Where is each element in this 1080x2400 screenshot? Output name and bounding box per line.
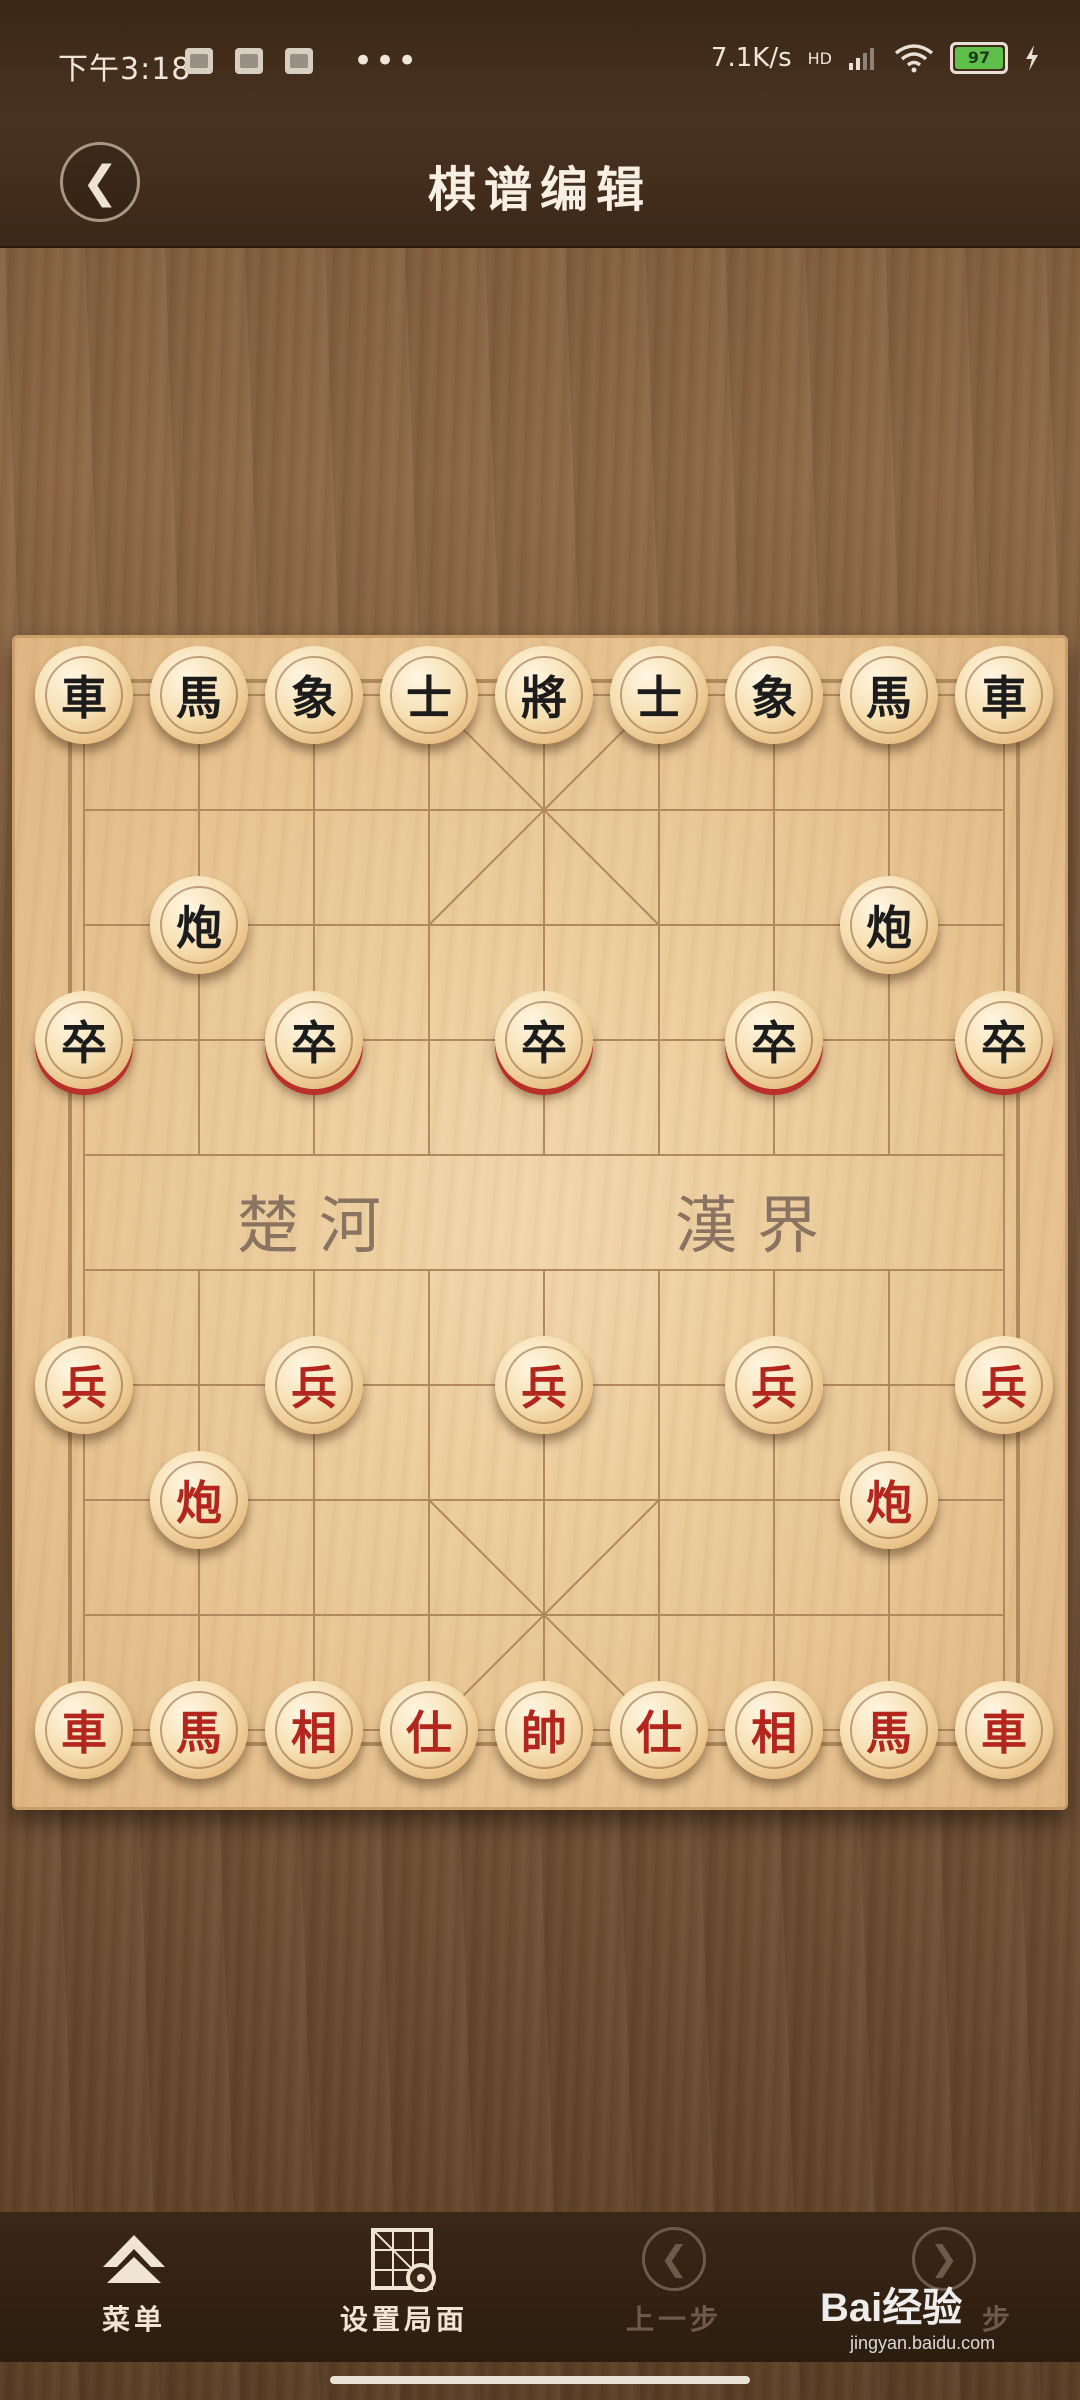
piece-label: 車 <box>61 671 107 725</box>
page-title: 棋谱编辑 <box>427 162 652 218</box>
piece-label: 車 <box>61 1706 107 1760</box>
setup-position-label: 设置局面 <box>339 2303 468 2336</box>
piece-label: 馬 <box>176 671 222 725</box>
charging-bolt-icon <box>1026 45 1038 71</box>
previous-step-button[interactable]: ❮ 上一步 <box>574 2220 774 2360</box>
piece-label: 兵 <box>981 1361 1027 1415</box>
battery-icon: 97 <box>950 42 1008 74</box>
watermark-url: jingyan.baidu.com <box>850 2333 996 2353</box>
wifi-icon <box>894 44 934 73</box>
signal-icon <box>849 48 874 70</box>
piece-label: 相 <box>291 1706 337 1760</box>
piece-label: 炮 <box>866 901 912 955</box>
piece-b-advisor-l[interactable]: 士 <box>380 646 478 744</box>
piece-b-chariot-r[interactable]: 車 <box>955 646 1053 744</box>
piece-r-horse-r[interactable]: 馬 <box>840 1681 938 1779</box>
watermark-text: Bai经验 <box>820 2286 963 2330</box>
setup-position-button[interactable]: 设置局面 <box>304 2220 504 2360</box>
piece-r-soldier-4[interactable]: 兵 <box>725 1336 823 1434</box>
piece-b-cannon-l[interactable]: 炮 <box>150 876 248 974</box>
piece-label: 象 <box>291 671 337 725</box>
piece-label: 車 <box>981 1706 1027 1760</box>
piece-b-soldier-3[interactable]: 卒 <box>495 991 593 1089</box>
piece-label: 士 <box>636 671 682 725</box>
menu-label: 菜单 <box>101 2303 166 2336</box>
piece-b-chariot-l[interactable]: 車 <box>35 646 133 744</box>
baidu-jingyan-watermark: Bai经验 jingyan.baidu.com <box>820 2275 995 2354</box>
piece-label: 兵 <box>291 1361 337 1415</box>
piece-label: 卒 <box>291 1016 337 1070</box>
piece-r-horse-l[interactable]: 馬 <box>150 1681 248 1779</box>
piece-label: 相 <box>751 1706 797 1760</box>
piece-b-elephant-r[interactable]: 象 <box>725 646 823 744</box>
network-badge: HD <box>807 48 832 68</box>
piece-label: 車 <box>981 671 1027 725</box>
board-settings-icon <box>371 2228 436 2292</box>
piece-r-elephant-r[interactable]: 相 <box>725 1681 823 1779</box>
piece-label: 炮 <box>176 901 222 955</box>
river-label-han-jie: 漢界 <box>675 1189 840 1262</box>
menu-button[interactable]: 菜单 <box>34 2220 234 2360</box>
piece-label: 馬 <box>866 1706 912 1760</box>
piece-label: 炮 <box>866 1476 912 1530</box>
piece-r-cannon-r[interactable]: 炮 <box>840 1451 938 1549</box>
piece-label: 士 <box>406 671 452 725</box>
piece-b-advisor-r[interactable]: 士 <box>610 646 708 744</box>
previous-step-label: 上一步 <box>625 2303 722 2336</box>
battery-level: 97 <box>955 47 1003 69</box>
message-notification-icon <box>235 48 263 74</box>
gallery-notification-icon <box>185 48 213 74</box>
piece-label: 卒 <box>751 1016 797 1070</box>
piece-label: 象 <box>751 671 797 725</box>
river-label-chu-he: 楚河 <box>237 1189 402 1262</box>
piece-b-cannon-r[interactable]: 炮 <box>840 876 938 974</box>
piece-r-advisor-r[interactable]: 仕 <box>610 1681 708 1779</box>
home-indicator[interactable] <box>330 2376 750 2384</box>
previous-arrow-icon: ❮ <box>642 2227 706 2291</box>
piece-r-chariot-r[interactable]: 車 <box>955 1681 1053 1779</box>
piece-b-general[interactable]: 將 <box>495 646 593 744</box>
more-notifications-icon: ••• <box>353 41 420 81</box>
piece-b-soldier-5[interactable]: 卒 <box>955 991 1053 1089</box>
piece-label: 仕 <box>636 1706 682 1760</box>
piece-b-soldier-2[interactable]: 卒 <box>265 991 363 1089</box>
piece-label: 帥 <box>521 1706 567 1760</box>
piece-label: 兵 <box>61 1361 107 1415</box>
piece-label: 兵 <box>521 1361 567 1415</box>
status-time: 下午3:18 <box>58 52 192 87</box>
piece-r-chariot-l[interactable]: 車 <box>35 1681 133 1779</box>
status-right: 7.1K/s HD 97 <box>711 42 1040 74</box>
piece-label: 卒 <box>61 1016 107 1070</box>
xiangqi-board[interactable]: 楚河 漢界 車馬象士將士象馬車炮炮卒卒卒卒卒兵兵兵兵兵炮炮車馬相仕帥仕相馬車 <box>12 635 1068 1810</box>
board-grid <box>68 679 1020 1746</box>
piece-b-horse-l[interactable]: 馬 <box>150 646 248 744</box>
piece-r-soldier-3[interactable]: 兵 <box>495 1336 593 1434</box>
piece-b-soldier-1[interactable]: 卒 <box>35 991 133 1089</box>
piece-b-soldier-4[interactable]: 卒 <box>725 991 823 1089</box>
app-notification-icon <box>285 48 313 74</box>
piece-r-elephant-l[interactable]: 相 <box>265 1681 363 1779</box>
piece-r-cannon-l[interactable]: 炮 <box>150 1451 248 1549</box>
piece-label: 馬 <box>176 1706 222 1760</box>
header: ❮ 棋谱编辑 <box>0 120 1080 248</box>
piece-label: 將 <box>521 671 567 725</box>
menu-up-icon <box>103 2235 165 2283</box>
piece-label: 炮 <box>176 1476 222 1530</box>
piece-b-horse-r[interactable]: 馬 <box>840 646 938 744</box>
piece-label: 馬 <box>866 671 912 725</box>
piece-r-advisor-l[interactable]: 仕 <box>380 1681 478 1779</box>
piece-r-general[interactable]: 帥 <box>495 1681 593 1779</box>
piece-r-soldier-1[interactable]: 兵 <box>35 1336 133 1434</box>
piece-label: 兵 <box>751 1361 797 1415</box>
piece-b-elephant-l[interactable]: 象 <box>265 646 363 744</box>
notification-icons: ••• <box>185 41 420 81</box>
status-bar: 下午3:18 ••• 7.1K/s HD 97 <box>0 0 1080 120</box>
piece-label: 卒 <box>981 1016 1027 1070</box>
piece-r-soldier-5[interactable]: 兵 <box>955 1336 1053 1434</box>
piece-r-soldier-2[interactable]: 兵 <box>265 1336 363 1434</box>
network-speed: 7.1K/s <box>710 43 792 73</box>
piece-label: 仕 <box>406 1706 452 1760</box>
piece-label: 卒 <box>521 1016 567 1070</box>
